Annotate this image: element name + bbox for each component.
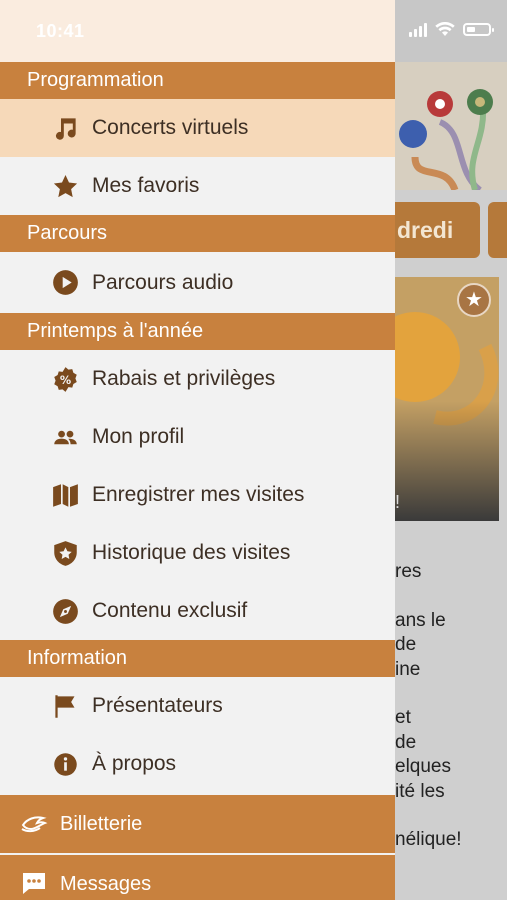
- menu-item-contenu-exclusif[interactable]: Contenu exclusif: [0, 582, 395, 640]
- menu-item-label: À propos: [92, 752, 177, 775]
- menu-item-label: Présentateurs: [92, 694, 223, 717]
- chat-icon: [20, 870, 48, 898]
- music-note-icon: [52, 115, 79, 142]
- star-icon: [52, 173, 79, 200]
- menu-item-label: Concerts virtuels: [92, 116, 249, 139]
- menu-item-label: Messages: [60, 872, 152, 895]
- battery-icon: [463, 23, 494, 36]
- menu-item-presentateurs[interactable]: Présentateurs: [0, 677, 395, 735]
- flag-icon: [52, 693, 79, 720]
- menu-item-label: Contenu exclusif: [92, 599, 248, 622]
- section-header-programmation: Programmation: [0, 62, 395, 99]
- cellular-signal-icon: [409, 22, 427, 37]
- menu-item-billetterie[interactable]: Billetterie: [0, 795, 395, 853]
- menu-item-label: Rabais et privilèges: [92, 367, 276, 390]
- section-header-parcours: Parcours: [0, 215, 395, 252]
- favorite-star-icon[interactable]: ★: [457, 283, 491, 317]
- menu-item-historique-visites[interactable]: Historique des visites: [0, 524, 395, 582]
- shield-star-icon: [52, 540, 79, 567]
- menu-item-label: Enregistrer mes visites: [92, 483, 305, 506]
- svg-text:%: %: [60, 374, 71, 387]
- menu-item-mon-profil[interactable]: Mon profil: [0, 408, 395, 466]
- people-icon: [52, 424, 79, 451]
- ticket-icon: [20, 810, 48, 838]
- map-icon: [52, 482, 79, 509]
- menu-item-enregistrer-visites[interactable]: Enregistrer mes visites: [0, 466, 395, 524]
- play-circle-icon: [52, 269, 79, 296]
- side-menu: 10:41 Programmation Concerts virtuels Me…: [0, 0, 395, 900]
- card-caption-fragment: !: [395, 492, 401, 512]
- compass-icon: [52, 598, 79, 625]
- info-icon: [52, 751, 79, 778]
- status-time: 10:41: [36, 21, 85, 41]
- wifi-icon: [435, 22, 455, 36]
- menu-item-rabais[interactable]: % Rabais et privilèges: [0, 350, 395, 408]
- section-header-information: Information: [0, 640, 395, 677]
- status-bar: 10:41: [0, 0, 395, 62]
- menu-item-parcours-audio[interactable]: Parcours audio: [0, 252, 395, 313]
- menu-item-label: Billetterie: [60, 812, 143, 835]
- menu-item-concerts-virtuels[interactable]: Concerts virtuels: [0, 99, 395, 157]
- menu-item-label: Mes favoris: [92, 174, 200, 197]
- percent-badge-icon: %: [52, 366, 79, 393]
- menu-item-label: Mon profil: [92, 425, 185, 448]
- menu-item-label: Parcours audio: [92, 270, 234, 294]
- next-day-tab[interactable]: [488, 202, 507, 258]
- day-tab[interactable]: dredi: [395, 202, 480, 258]
- concert-card[interactable]: ★ !: [395, 277, 499, 521]
- menu-item-mes-favoris[interactable]: Mes favoris: [0, 157, 395, 215]
- menu-item-a-propos[interactable]: À propos: [0, 735, 395, 793]
- festival-banner-image: [395, 62, 507, 190]
- event-description: res ans le de ine et de elques ité les n…: [395, 561, 462, 850]
- system-icons: [409, 22, 494, 37]
- section-header-printemps: Printemps à l'année: [0, 313, 395, 350]
- menu-item-label: Historique des visites: [92, 541, 291, 564]
- menu-item-messages[interactable]: Messages: [0, 855, 395, 900]
